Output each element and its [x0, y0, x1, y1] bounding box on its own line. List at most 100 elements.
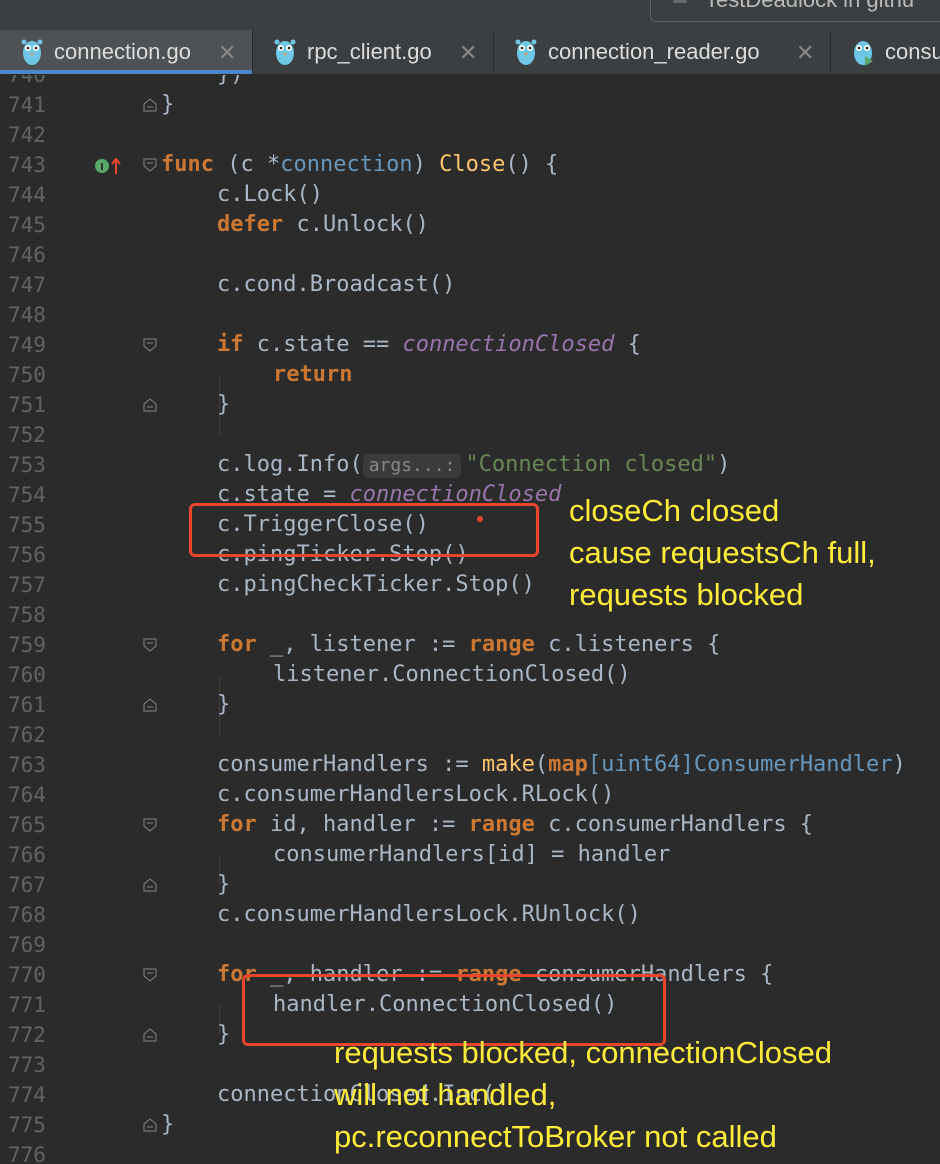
run-config-icon — [673, 0, 687, 3]
go-file-icon — [515, 39, 537, 65]
line-number: 757 — [8, 573, 46, 597]
code-line: defer c.Unlock() — [217, 210, 429, 240]
editor-tab-bar: TestDeadlock in githu connection.go ✕ rp… — [0, 0, 940, 75]
line-number: 751 — [8, 393, 46, 417]
go-file-icon — [21, 39, 43, 65]
code-line: } — [217, 1022, 231, 1047]
line-number: 747 — [8, 273, 46, 297]
code-token: map — [548, 752, 588, 777]
code-token: "Connection closed" — [465, 452, 718, 477]
fold-start-icon[interactable] — [143, 338, 157, 352]
line-number: 750 — [8, 363, 46, 387]
close-icon[interactable]: ✕ — [796, 40, 814, 66]
tab-rpc-client-go[interactable]: rpc_client.go ✕ — [253, 30, 494, 74]
code-line: c.cond.Broadcast() — [217, 272, 456, 297]
code-token: Close — [439, 152, 506, 177]
line-number: 763 — [8, 753, 46, 777]
line-number: 760 — [8, 663, 46, 687]
code-line: }) — [217, 75, 244, 90]
tab-label: connection.go — [54, 39, 191, 64]
line-number: 755 — [8, 513, 46, 537]
line-number: 748 — [8, 303, 46, 327]
code-token: ( — [534, 752, 549, 777]
tab-connection-reader-go[interactable]: connection_reader.go ✕ — [494, 30, 831, 74]
tab-label: rpc_client.go — [307, 39, 432, 64]
code-line: } — [217, 392, 231, 417]
fold-start-icon[interactable] — [143, 818, 157, 832]
code-line: if c.state == connectionClosed { — [217, 330, 641, 360]
implements-interface-icon[interactable]: I — [94, 156, 122, 176]
close-icon[interactable]: ✕ — [459, 40, 477, 66]
tab-consumer-go[interactable]: consu — [831, 30, 940, 74]
code-token: consumerHandlers := — [217, 752, 482, 777]
tab-connection-go[interactable]: connection.go ✕ — [0, 30, 253, 74]
code-token: c.consumerHandlers { — [534, 812, 814, 837]
fold-end-icon[interactable] — [143, 878, 157, 892]
line-number: 745 — [8, 213, 46, 237]
code-line: } — [161, 92, 175, 117]
code-token: for — [217, 632, 257, 657]
fold-end-icon[interactable] — [143, 398, 157, 412]
annotation-dot — [477, 516, 483, 522]
line-number: 741 — [8, 93, 46, 117]
annotation-note-line: requests blocked, connectionClosed — [334, 1035, 833, 1070]
code-token: () { — [505, 152, 559, 177]
fold-start-icon[interactable] — [143, 968, 157, 982]
code-token: id, handler := — [256, 812, 469, 837]
line-number: 758 — [8, 603, 46, 627]
code-line: consumerHandlers := make(map[uint64]Cons… — [217, 750, 906, 780]
code-token: c.Unlock() — [283, 212, 429, 237]
line-number: 754 — [8, 483, 46, 507]
line-number: 774 — [8, 1083, 46, 1107]
line-number: 773 — [8, 1053, 46, 1077]
code-token: make — [481, 752, 535, 777]
line-number: 769 — [8, 933, 46, 957]
go-file-icon — [274, 39, 296, 65]
line-number: 775 — [8, 1113, 46, 1137]
code-token: _, listener := — [256, 632, 469, 657]
line-number: 761 — [8, 693, 46, 717]
tab-label: connection_reader.go — [548, 39, 760, 64]
code-token: ) — [717, 452, 731, 477]
code-token: [uint64]ConsumerHandler — [587, 752, 893, 777]
annotation-note-line: requests blocked — [569, 577, 804, 612]
annotation-note: requests blocked, connectionClosed will … — [334, 1032, 832, 1158]
code-line: } — [217, 692, 231, 717]
close-icon[interactable]: ✕ — [218, 40, 236, 66]
code-token: connectionClosed — [402, 332, 615, 357]
line-number: 743 — [8, 153, 46, 177]
code-token: range — [468, 812, 535, 837]
parameter-hint: args...: — [362, 454, 462, 478]
annotation-note-line: will not handled, — [334, 1077, 557, 1112]
code-line: c.consumerHandlersLock.RUnlock() — [217, 902, 641, 927]
code-token: defer — [217, 212, 284, 237]
fold-start-icon[interactable] — [143, 158, 157, 172]
code-token: c.listeners { — [534, 632, 721, 657]
line-number: 765 — [8, 813, 46, 837]
run-configuration-label: TestDeadlock in githu — [705, 0, 914, 13]
fold-start-icon[interactable] — [143, 638, 157, 652]
code-line: func (c *connection) Close() { — [161, 150, 558, 180]
line-number: 764 — [8, 783, 46, 807]
annotation-note: closeCh closed cause requestsCh full, re… — [569, 490, 876, 616]
fold-end-icon[interactable] — [143, 1118, 157, 1132]
code-line: } — [217, 872, 231, 897]
line-number: 770 — [8, 963, 46, 987]
line-number: 772 — [8, 1023, 46, 1047]
fold-end-icon[interactable] — [143, 1028, 157, 1042]
code-line: c.log.Info(args...: "Connection closed") — [217, 450, 730, 480]
line-number: 762 — [8, 723, 46, 747]
code-token: for — [217, 812, 257, 837]
code-line: for id, handler := range c.consumerHandl… — [217, 810, 813, 840]
code-token: return — [273, 362, 353, 387]
go-test-file-icon — [854, 41, 873, 66]
code-token: connection — [280, 152, 413, 177]
code-token: if — [217, 332, 244, 357]
fold-end-icon[interactable] — [143, 698, 157, 712]
fold-end-icon[interactable] — [143, 98, 157, 112]
run-configuration-selector[interactable]: TestDeadlock in githu — [650, 0, 940, 22]
code-line: c.pingCheckTicker.Stop() — [217, 572, 535, 597]
line-number: 746 — [8, 243, 46, 267]
line-number: 744 — [8, 183, 46, 207]
code-line: return — [273, 360, 352, 390]
